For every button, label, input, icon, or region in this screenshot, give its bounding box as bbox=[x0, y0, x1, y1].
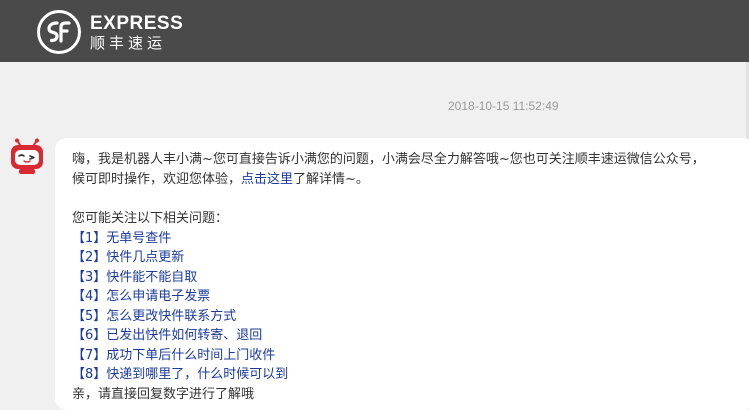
sf-logo-icon bbox=[37, 10, 81, 54]
intro-line-2: 候可即时操作，欢迎您体验，点击这里了解详情~。 bbox=[72, 170, 749, 190]
click-here-link[interactable]: 点击这里 bbox=[241, 172, 293, 187]
bot-message-bubble: 嗨，我是机器人丰小满~您可直接告诉小满您的问题，小满会尽全力解答哦~您也可关注顺… bbox=[55, 138, 749, 410]
intro-line-2-text: 候可即时操作，欢迎您体验， bbox=[72, 171, 242, 187]
logo-text: EXPRESS 顺丰速运 bbox=[90, 14, 183, 51]
brand-english: EXPRESS bbox=[90, 12, 184, 34]
sf-express-logo[interactable]: EXPRESS 顺丰速运 bbox=[36, 10, 183, 54]
questions-title: 您可能关注以下相关问题： bbox=[72, 211, 229, 226]
message-timestamp: 2018-10-15 11:52:49 bbox=[448, 99, 559, 113]
question-link-5[interactable]: 【5】怎么更改快件联系方式 bbox=[72, 307, 749, 327]
question-link-3[interactable]: 【3】快件能不能自取 bbox=[72, 268, 749, 288]
question-link-1[interactable]: 【1】无单号查件 bbox=[72, 229, 749, 249]
question-link-6[interactable]: 【6】已发出快件如何转寄、退回 bbox=[72, 326, 749, 346]
intro-line-2-tail: 了解详情~。 bbox=[293, 171, 369, 187]
brand-chinese: 顺丰速运 bbox=[90, 33, 167, 52]
closing-text: 亲，请直接回复数字进行了解哦 bbox=[72, 386, 255, 402]
question-link-2[interactable]: 【2】快件几点更新 bbox=[72, 248, 749, 268]
question-link-4[interactable]: 【4】怎么申请电子发票 bbox=[72, 287, 749, 307]
intro-line-1: 嗨，我是机器人丰小满~您可直接告诉小满您的问题，小满会尽全力解答哦~您也可关注顺… bbox=[72, 152, 705, 167]
question-link-7[interactable]: 【7】成功下单后什么时间上门收件 bbox=[72, 346, 749, 366]
robot-avatar-icon bbox=[11, 138, 43, 174]
app-header: EXPRESS 顺丰速运 bbox=[0, 0, 749, 62]
question-link-8[interactable]: 【8】快递到哪里了，什么时候可以到 bbox=[72, 365, 749, 385]
